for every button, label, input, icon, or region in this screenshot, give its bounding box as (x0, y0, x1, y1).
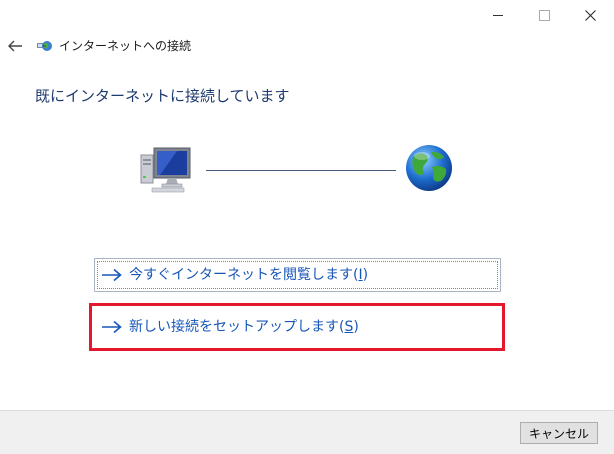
network-wizard-icon (36, 38, 54, 54)
title-bar (0, 0, 614, 30)
maximize-button[interactable] (521, 0, 567, 30)
maximize-icon (538, 9, 550, 21)
setup-new-connection-label: 新しい接続をセットアップします(S) (129, 319, 359, 335)
window-title: インターネットへの接続 (59, 39, 192, 53)
navigation-row: インターネットへの接続 (0, 30, 614, 62)
minimize-button[interactable] (475, 0, 521, 30)
connection-line (206, 170, 396, 171)
arrow-right-icon (102, 268, 122, 282)
footer-bar: キャンセル (0, 410, 614, 454)
arrow-right-icon (102, 320, 122, 334)
minimize-icon (493, 14, 503, 16)
setup-new-connection-option[interactable]: 新しい接続をセットアップします(S) (94, 310, 501, 344)
close-icon (584, 9, 596, 21)
cancel-button[interactable]: キャンセル (520, 422, 598, 444)
browse-internet-option[interactable]: 今すぐインターネットを閲覧します(I) (94, 258, 501, 292)
back-arrow-icon (8, 40, 22, 52)
page-heading: 既にインターネットに接続しています (35, 87, 290, 105)
internet-globe-icon (404, 143, 454, 193)
back-button[interactable] (6, 38, 24, 54)
computer-icon (140, 145, 192, 193)
close-button[interactable] (567, 0, 613, 30)
browse-internet-label: 今すぐインターネットを閲覧します(I) (129, 267, 369, 283)
